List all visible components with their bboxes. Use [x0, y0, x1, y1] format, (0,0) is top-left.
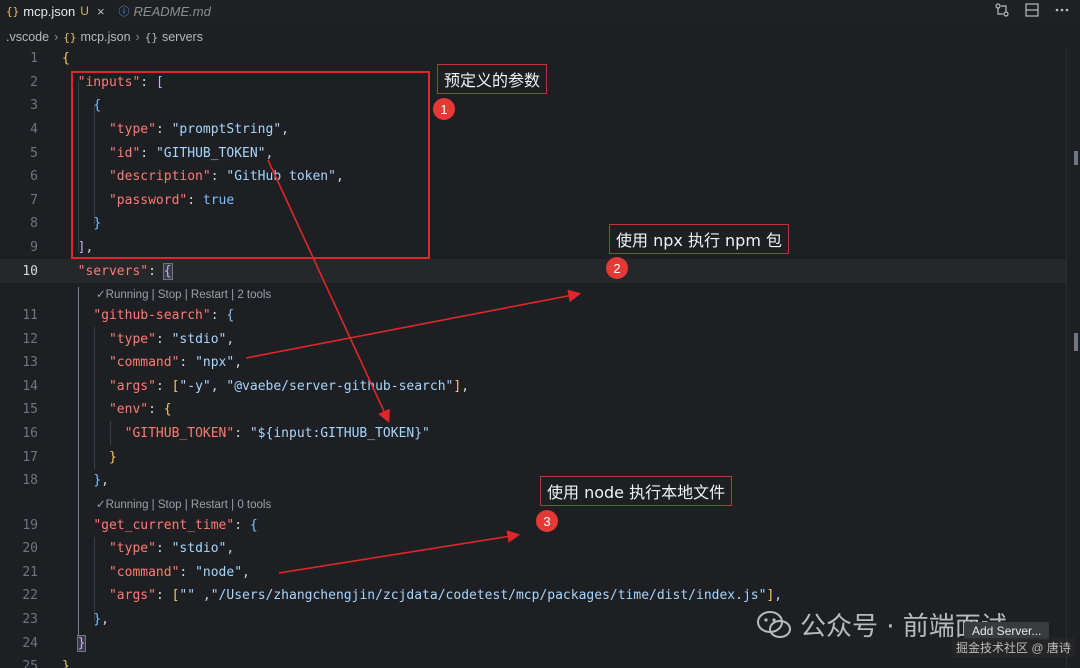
- line-number: 17: [22, 449, 38, 465]
- code-line: 12 "type": "stdio",: [0, 327, 1080, 351]
- code-line: 22 "args": ["" ,"/Users/zhangchengjin/zc…: [0, 584, 1080, 608]
- code-line: 14 "args": ["-y", "@vaebe/server-github-…: [0, 375, 1080, 399]
- line-number: 8: [30, 216, 38, 232]
- line-number: 9: [30, 240, 38, 256]
- line-number: 25: [22, 659, 38, 668]
- editor-actions: [994, 2, 1070, 18]
- codelens-server-controls[interactable]: ✓Running | Stop | Restart | 2 tools: [96, 287, 271, 301]
- json-file-icon: {}: [6, 4, 20, 18]
- more-actions-icon[interactable]: [1054, 2, 1070, 18]
- line-number: 7: [30, 192, 38, 208]
- code-line: 11 "github-search": {: [0, 304, 1080, 328]
- codelens-server-controls[interactable]: ✓Running | Stop | Restart | 0 tools: [96, 497, 271, 511]
- chevron-right-icon: ›: [54, 30, 59, 44]
- annotation-badge-3: 3: [536, 510, 558, 532]
- breadcrumb-file[interactable]: mcp.json: [81, 30, 131, 44]
- line-number: 20: [22, 541, 38, 557]
- line-number: 14: [22, 378, 38, 394]
- tab-readme[interactable]: ⓘ README.md: [113, 0, 219, 22]
- json-file-icon: {}: [63, 30, 77, 44]
- scroll-marker: [1074, 333, 1078, 351]
- code-line: 16 "GITHUB_TOKEN": "${input:GITHUB_TOKEN…: [0, 422, 1080, 446]
- line-number: 4: [30, 122, 38, 138]
- code-line: 21 "command": "node",: [0, 561, 1080, 585]
- breadcrumb-folder[interactable]: .vscode: [6, 30, 49, 44]
- annotation-label-3: 使用 node 执行本地文件: [540, 476, 733, 506]
- annotation-label-1: 预定义的参数: [437, 64, 548, 94]
- close-icon[interactable]: ×: [97, 4, 105, 19]
- line-number: 10: [22, 263, 38, 279]
- scroll-marker: [1074, 151, 1078, 165]
- line-number: 22: [22, 588, 38, 604]
- code-line: 15 "env": {: [0, 398, 1080, 422]
- line-number: 6: [30, 169, 38, 185]
- breadcrumb: .vscode › {} mcp.json › {} servers: [0, 28, 203, 46]
- tab-mcp-json[interactable]: {} mcp.json U ×: [0, 0, 113, 22]
- annotation-box-inputs: [71, 71, 430, 259]
- annotation-badge-1: 1: [433, 98, 455, 120]
- annotation-badge-2: 2: [606, 257, 628, 279]
- line-number: 11: [22, 308, 38, 324]
- line-number: 19: [22, 517, 38, 533]
- code-line: 20 "type": "stdio",: [0, 537, 1080, 561]
- tab-label: README.md: [133, 3, 211, 19]
- line-number: 15: [22, 402, 38, 418]
- split-editor-icon[interactable]: [1024, 2, 1040, 18]
- line-number: 2: [30, 74, 38, 90]
- tab-bar: {} mcp.json U × ⓘ README.md: [0, 0, 1080, 22]
- untracked-badge: U: [80, 4, 89, 18]
- line-number: 24: [22, 635, 38, 651]
- tab-label: mcp.json: [23, 3, 76, 19]
- line-number: 16: [22, 426, 38, 442]
- line-number: 12: [22, 331, 38, 347]
- annotation-label-2: 使用 npx 执行 npm 包: [609, 224, 789, 254]
- line-number: 5: [30, 145, 38, 161]
- code-line: 17 }: [0, 445, 1080, 469]
- line-number: 13: [22, 355, 38, 371]
- line-number: 21: [22, 564, 38, 580]
- vertical-scrollbar[interactable]: [1066, 47, 1080, 668]
- compare-changes-icon[interactable]: [994, 2, 1010, 18]
- wechat-icon: [757, 610, 791, 638]
- breadcrumb-symbol[interactable]: servers: [162, 30, 203, 44]
- chevron-right-icon: ›: [135, 30, 140, 44]
- code-line-current: 10 "servers": {: [0, 259, 1080, 283]
- line-number: 18: [22, 473, 38, 489]
- line-number: 23: [22, 612, 38, 628]
- code-line: 13 "command": "npx",: [0, 351, 1080, 375]
- object-icon: {}: [144, 30, 158, 44]
- code-line: 25 }: [0, 655, 1080, 668]
- line-number: 3: [30, 98, 38, 114]
- credit-text: 掘金技术社区 @ 唐诗: [952, 638, 1075, 657]
- line-number: 1: [30, 51, 38, 67]
- info-icon: ⓘ: [118, 5, 130, 18]
